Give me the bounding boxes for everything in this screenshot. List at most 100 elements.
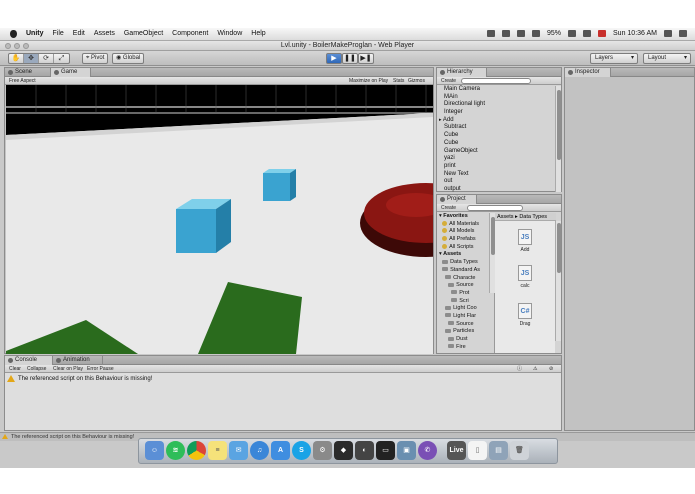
console-log-row[interactable]: The referenced script on this Behaviour … xyxy=(7,374,152,384)
hierarchy-item[interactable]: yazi xyxy=(439,155,485,163)
global-toggle[interactable]: ◉ Global xyxy=(112,53,145,64)
finder-icon[interactable]: ☺ xyxy=(145,441,164,460)
tab-game[interactable]: Game xyxy=(51,68,91,77)
hierarchy-item[interactable]: Subtract xyxy=(439,124,485,132)
chrome-icon[interactable] xyxy=(187,441,206,460)
tab-scene[interactable]: Scene xyxy=(5,68,51,77)
app-menu[interactable]: Unity xyxy=(26,30,44,37)
file-drag[interactable]: C# Drag xyxy=(513,303,537,327)
menu-file[interactable]: File xyxy=(53,30,64,37)
hierarchy-item[interactable]: print xyxy=(439,163,485,171)
folder-item[interactable]: Standard As xyxy=(439,267,491,275)
time-machine-icon[interactable] xyxy=(583,30,592,37)
gizmos-toggle[interactable]: Gizmos xyxy=(406,78,427,84)
spotify-icon[interactable]: ≋ xyxy=(166,441,185,460)
console-collapse-button[interactable]: Collapse xyxy=(25,366,48,372)
tray-display-icon[interactable] xyxy=(502,30,510,37)
close-window-icon[interactable] xyxy=(5,43,11,49)
preview-icon[interactable]: ▣ xyxy=(397,441,416,460)
hierarchy-scroll-thumb[interactable] xyxy=(557,90,561,160)
assets-header[interactable]: ▾ Assets xyxy=(439,251,491,259)
console-clear-button[interactable]: Clear xyxy=(7,366,23,372)
console-warning-filter-icon[interactable]: ⚠ xyxy=(531,366,539,372)
rotate-tool-icon[interactable]: ⟳ xyxy=(39,54,54,63)
folder-icon[interactable]: ▤ xyxy=(489,441,508,460)
hierarchy-item[interactable]: Main Camera xyxy=(439,86,485,94)
layers-dropdown[interactable]: Layers xyxy=(590,53,638,64)
folder-item[interactable]: Light Flar xyxy=(439,313,491,321)
folder-item[interactable]: Data Types xyxy=(439,259,491,267)
spotlight-icon[interactable] xyxy=(664,30,672,37)
menu-component[interactable]: Component xyxy=(172,30,208,37)
project-search-input[interactable] xyxy=(467,205,523,211)
file-add[interactable]: JS Add xyxy=(513,229,537,253)
menu-help[interactable]: Help xyxy=(251,30,265,37)
favorite-item[interactable]: All Materials xyxy=(439,221,491,229)
folder-item[interactable]: Particles xyxy=(439,328,491,336)
project-tree-scroll-thumb[interactable] xyxy=(491,217,495,255)
viber-icon[interactable]: ✆ xyxy=(418,441,437,460)
battery-level[interactable]: 95% xyxy=(547,30,561,37)
folder-item[interactable]: Light Coo xyxy=(439,305,491,313)
step-button[interactable]: ▶❚ xyxy=(358,53,374,64)
maximize-on-play-toggle[interactable]: Maximize on Play xyxy=(347,78,390,84)
pause-button[interactable]: ❚❚ xyxy=(342,53,358,64)
hierarchy-item[interactable]: New Text xyxy=(439,171,485,179)
zoom-window-icon[interactable] xyxy=(23,43,29,49)
layout-dropdown[interactable]: Layout xyxy=(643,53,691,64)
favorite-item[interactable]: All Prefabs xyxy=(439,236,491,244)
menu-edit[interactable]: Edit xyxy=(73,30,85,37)
aspect-dropdown[interactable]: Free Aspect xyxy=(7,78,38,84)
pivot-toggle[interactable]: ⌖ Pivot xyxy=(82,53,109,64)
tray-dropbox-icon[interactable] xyxy=(487,30,495,37)
trash-icon[interactable]: 🗑 xyxy=(510,441,529,460)
itunes-icon[interactable]: ♫ xyxy=(250,441,269,460)
folder-item[interactable]: Characte xyxy=(439,275,491,283)
hierarchy-item[interactable]: Integer xyxy=(439,109,485,117)
photos-icon[interactable]: ◐ xyxy=(355,441,374,460)
console-error-pause-button[interactable]: Error Pause xyxy=(85,366,116,372)
notes-icon[interactable]: ≡ xyxy=(208,441,227,460)
folder-item[interactable]: Prot xyxy=(439,290,491,298)
folder-item[interactable]: Source xyxy=(439,321,491,329)
wifi-icon[interactable] xyxy=(568,30,577,37)
play-button[interactable]: ▶ xyxy=(326,53,342,64)
hand-tool-icon[interactable]: ✋ xyxy=(9,54,24,63)
folder-item[interactable]: Fire xyxy=(439,344,491,352)
scale-tool-icon[interactable]: ⤢ xyxy=(54,54,69,63)
hierarchy-item[interactable]: output xyxy=(439,186,485,194)
settings-icon[interactable]: ⚙ xyxy=(313,441,332,460)
breadcrumb[interactable]: Assets ▸ Data Types xyxy=(495,213,556,221)
console-error-filter-icon[interactable]: ⊘ xyxy=(547,366,555,372)
tab-console[interactable]: Console xyxy=(5,356,53,365)
appstore-icon[interactable]: A xyxy=(271,441,290,460)
project-files-scrollbar[interactable] xyxy=(555,221,561,341)
menu-window[interactable]: Window xyxy=(217,30,242,37)
tab-animation[interactable]: Animation xyxy=(53,356,103,365)
notification-center-icon[interactable] xyxy=(679,30,687,37)
favorite-item[interactable]: All Models xyxy=(439,228,491,236)
hierarchy-create-button[interactable]: Create xyxy=(439,78,458,84)
apple-icon[interactable] xyxy=(10,30,17,38)
live-icon[interactable]: Live xyxy=(447,441,466,460)
folder-item[interactable]: Dust xyxy=(439,336,491,344)
move-tool-icon[interactable]: ✥ xyxy=(24,54,39,63)
hierarchy-item[interactable]: Cube xyxy=(439,132,485,140)
console-info-filter-icon[interactable]: ⓘ xyxy=(515,366,524,372)
game-viewport[interactable] xyxy=(6,85,433,354)
unity-icon[interactable]: ◆ xyxy=(334,441,353,460)
menu-assets[interactable]: Assets xyxy=(94,30,115,37)
project-tree-scrollbar[interactable] xyxy=(489,213,495,293)
favorite-item[interactable]: All Scripts xyxy=(439,244,491,252)
hierarchy-item[interactable]: Cube xyxy=(439,140,485,148)
minimize-window-icon[interactable] xyxy=(14,43,20,49)
tab-hierarchy[interactable]: Hierarchy xyxy=(437,68,487,77)
clock[interactable]: Sun 10:36 AM xyxy=(613,30,657,37)
folder-item[interactable]: Source xyxy=(439,282,491,290)
skype-icon[interactable]: S xyxy=(292,441,311,460)
stats-toggle[interactable]: Stats xyxy=(391,78,406,84)
tab-inspector[interactable]: Inspector xyxy=(565,68,611,77)
tray-volume-icon[interactable] xyxy=(532,30,540,37)
terminal-icon[interactable]: ▭ xyxy=(376,441,395,460)
folder-item[interactable]: Scri xyxy=(439,298,491,306)
